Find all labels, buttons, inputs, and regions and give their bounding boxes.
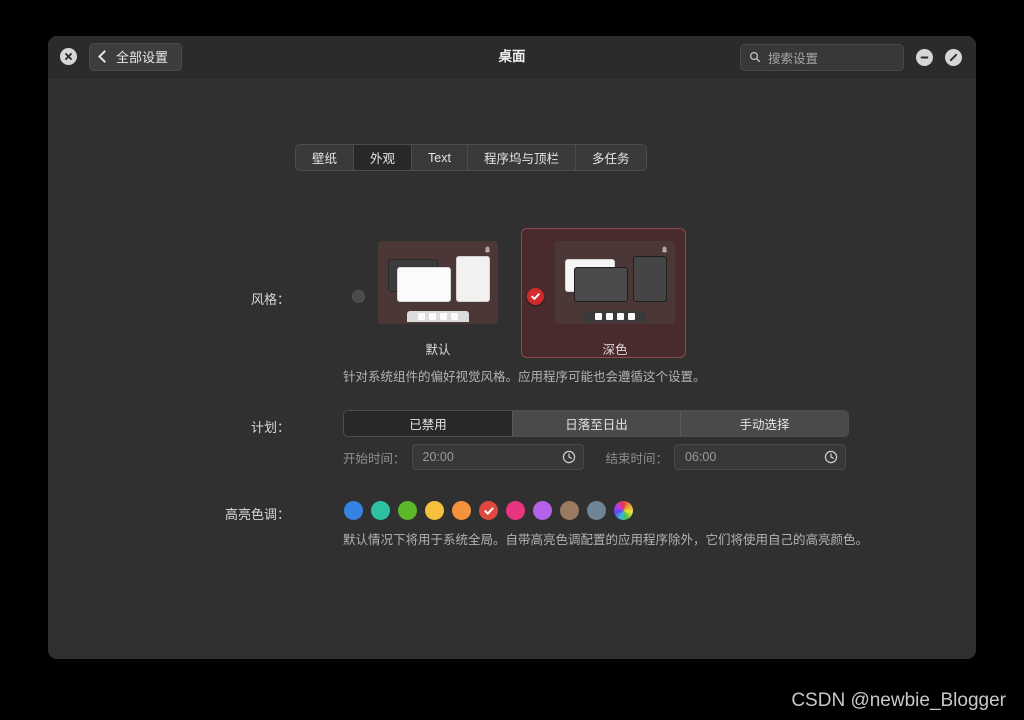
accent-swatch-purple[interactable] — [533, 501, 552, 520]
schedule-option-sunset[interactable]: 日落至日出 — [513, 411, 681, 436]
header-right-group: 搜索设置 — [740, 36, 962, 78]
preview-dock — [584, 311, 646, 322]
accent-row-label: 高亮色调： — [224, 507, 290, 522]
schedule-time-row: 开始时间： 20:00 结束时间： 06:00 — [343, 444, 847, 470]
preview-window-front — [397, 267, 451, 302]
theme-preview-dark[interactable] — [555, 241, 675, 324]
search-icon — [749, 51, 761, 63]
back-button-label: 全部设置 — [116, 50, 169, 65]
search-placeholder: 搜索设置 — [768, 51, 819, 66]
theme-preview-default[interactable] — [378, 241, 498, 324]
preview-window-front — [574, 267, 628, 302]
close-circle-icon[interactable] — [60, 48, 77, 65]
tab-dock-topbar[interactable]: 程序坞与顶栏 — [467, 145, 576, 170]
start-time-field[interactable]: 20:00 — [411, 444, 584, 470]
start-time-label: 开始时间： — [343, 451, 406, 466]
schedule-option-disabled[interactable]: 已禁用 — [344, 411, 513, 436]
tab-appearance[interactable]: 外观 — [354, 145, 413, 170]
radio-unchecked-icon[interactable] — [352, 290, 365, 303]
accent-swatch-pink[interactable] — [506, 501, 525, 520]
end-time-field[interactable]: 06:00 — [674, 444, 847, 470]
accent-swatch-teal[interactable] — [371, 501, 390, 520]
end-time-value: 06:00 — [685, 450, 717, 464]
check-icon — [483, 507, 494, 515]
chevron-left-icon — [98, 50, 111, 63]
preview-window-side — [633, 256, 667, 302]
accent-swatch-brown[interactable] — [560, 501, 579, 520]
header-bar: 全部设置 桌面 搜索设置 — [48, 36, 976, 78]
tab-bar: 壁纸 外观 Text 程序坞与顶栏 多任务 — [295, 144, 647, 171]
theme-caption-default: 默认 — [425, 343, 451, 357]
style-helper-text: 针对系统组件的偏好视觉风格。应用程序可能也会遵循这个设置。 — [343, 370, 706, 384]
minimize-circle-icon[interactable] — [916, 48, 933, 66]
bell-icon — [661, 246, 668, 254]
accent-swatch-slate[interactable] — [587, 501, 606, 520]
end-time-label: 结束时间： — [605, 451, 669, 466]
watermark: CSDN @newbie_Blogger — [791, 690, 1006, 711]
accent-swatch-custom-picker[interactable] — [614, 501, 633, 520]
accent-swatch-red-selected[interactable] — [479, 501, 498, 520]
search-input[interactable]: 搜索设置 — [740, 43, 904, 71]
theme-caption-dark: 深色 — [602, 343, 628, 357]
schedule-option-manual[interactable]: 手动选择 — [681, 411, 848, 436]
tab-multitask[interactable]: 多任务 — [575, 145, 646, 170]
accent-swatch-green[interactable] — [398, 501, 417, 520]
close-slash-circle-icon[interactable] — [945, 48, 962, 66]
accent-color-swatches — [344, 501, 633, 520]
schedule-segmented-control: 已禁用 日落至日出 手动选择 — [343, 410, 849, 437]
tab-text[interactable]: Text — [412, 145, 468, 170]
start-time-value: 20:00 — [422, 450, 454, 464]
schedule-row-label: 计划： — [250, 420, 290, 435]
settings-body: 壁纸 外观 Text 程序坞与顶栏 多任务 风格： 默认 深色 针对系统组件的偏… — [48, 78, 976, 658]
accent-swatch-blue[interactable] — [344, 501, 363, 520]
tab-wallpaper[interactable]: 壁纸 — [296, 145, 355, 170]
clock-icon[interactable] — [824, 450, 838, 464]
accent-helper-text: 默认情况下将用于系统全局。自带高亮色调配置的应用程序除外，它们将使用自己的高亮颜… — [343, 533, 869, 547]
back-to-all-settings-button[interactable]: 全部设置 — [89, 42, 183, 71]
preview-dock — [407, 311, 469, 322]
accent-swatch-orange[interactable] — [452, 501, 471, 520]
accent-swatch-yellow[interactable] — [425, 501, 444, 520]
check-circle-icon[interactable] — [527, 288, 544, 305]
bell-icon — [484, 246, 491, 254]
settings-window: 全部设置 桌面 搜索设置 壁纸 外观 Text 程序坞与顶栏 多任务 风格： 默… — [48, 36, 976, 659]
style-row-label: 风格： — [250, 292, 290, 307]
preview-window-side — [456, 256, 490, 302]
header-left-group: 全部设置 — [48, 42, 183, 71]
clock-icon[interactable] — [562, 450, 576, 464]
